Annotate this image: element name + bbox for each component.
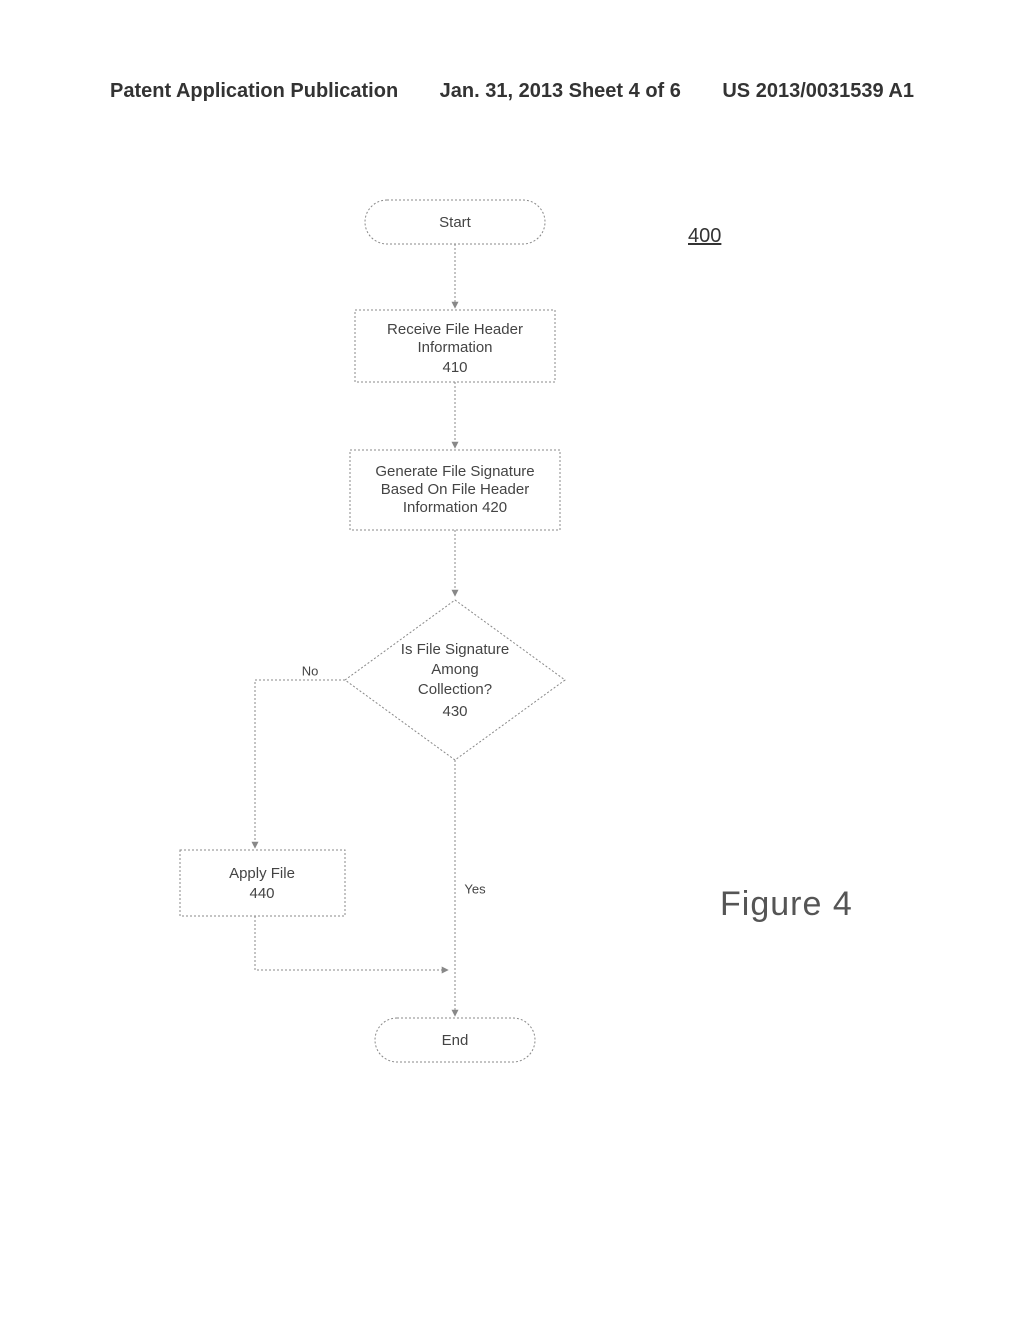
publication-label: Patent Application Publication — [110, 80, 398, 103]
node-430-line3: Collection? — [418, 681, 492, 698]
node-440-line1: Apply File — [229, 865, 295, 882]
yes-label: Yes — [464, 881, 486, 896]
publication-number: US 2013/0031539 A1 — [722, 80, 914, 103]
node-410-ref: 410 — [442, 359, 467, 376]
end-label: End — [442, 1032, 469, 1049]
no-label: No — [302, 663, 319, 678]
page-header: Patent Application Publication Jan. 31, … — [110, 80, 914, 103]
node-430-line2: Among — [431, 661, 479, 678]
flowchart: Start Receive File Header Information 41… — [170, 190, 690, 1090]
date-sheet-label: Jan. 31, 2013 Sheet 4 of 6 — [440, 80, 681, 103]
node-430-ref: 430 — [442, 703, 467, 720]
node-440 — [180, 850, 345, 916]
node-420-line3: Information 420 — [403, 499, 507, 516]
node-410-line2: Information — [417, 339, 492, 356]
page: Patent Application Publication Jan. 31, … — [0, 0, 1024, 1320]
node-420-line1: Generate File Signature — [375, 463, 534, 480]
node-410-line1: Receive File Header — [387, 321, 523, 338]
start-label: Start — [439, 214, 472, 231]
edge-430-440 — [255, 680, 345, 848]
edge-440-end — [255, 916, 448, 970]
node-430-line1: Is File Signature — [401, 641, 509, 658]
node-440-ref: 440 — [249, 885, 274, 902]
figure-label: Figure 4 — [720, 885, 853, 924]
node-420-line2: Based On File Header — [381, 481, 529, 498]
figure-reference-number: 400 — [688, 225, 721, 248]
